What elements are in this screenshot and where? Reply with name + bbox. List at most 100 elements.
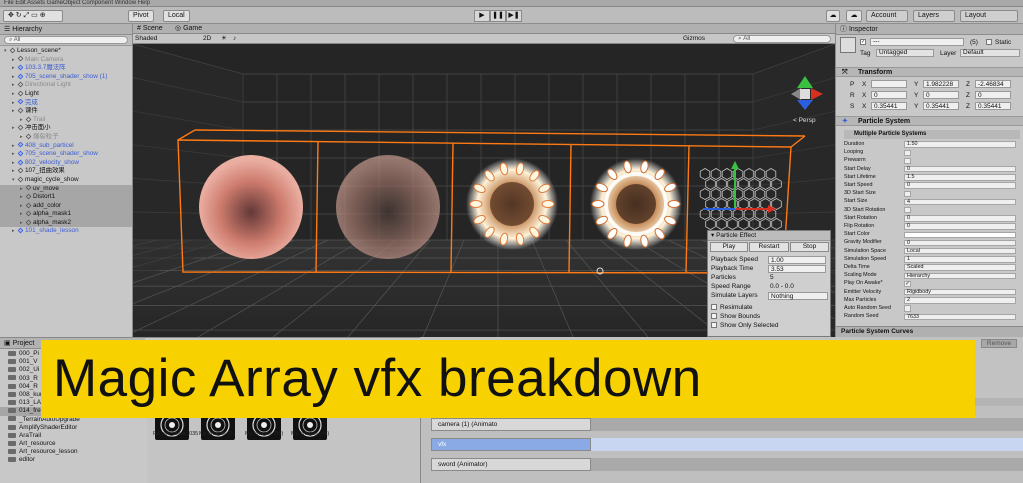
project-folder[interactable]: Art_resource_lesson <box>0 448 145 456</box>
axis-value-field[interactable]: 0.35441 <box>871 102 907 110</box>
multiple-systems-header[interactable]: Multiple Particle Systems <box>844 130 1020 139</box>
ps-property-row[interactable]: Auto Random Seed <box>844 305 1020 312</box>
ps-property-value[interactable]: Scaled <box>904 264 1016 271</box>
hierarchy-item[interactable]: ▸ Directional Light <box>0 81 132 90</box>
remove-button[interactable]: Remove <box>981 339 1017 348</box>
transform-rotation-y[interactable]: Y0 <box>914 91 964 100</box>
ps-property-value[interactable] <box>904 231 1016 238</box>
expand-arrow-icon[interactable]: ▸ <box>12 64 18 73</box>
particle-option-checkbox[interactable]: Resimulate <box>711 303 753 312</box>
sphere-uv-move[interactable] <box>199 155 303 259</box>
timeline-track[interactable]: vfx <box>431 438 591 451</box>
hierarchy-item[interactable]: ▸ Distort1 <box>0 193 132 202</box>
step-button[interactable]: ▶❚ <box>506 10 522 22</box>
ps-property-row[interactable]: Max Particles 2 <box>844 297 1020 304</box>
pivot-toggle[interactable]: Pivot <box>128 10 154 22</box>
ps-property-row[interactable]: Gravity Modifier 0 <box>844 239 1020 247</box>
project-folder[interactable]: Art_resource <box>0 440 145 448</box>
hierarchy-search-input[interactable]: ⌕ All <box>4 36 128 44</box>
hierarchy-item[interactable]: ▸ Trail <box>0 116 132 125</box>
transform-position-z[interactable]: Z -2.46834 <box>966 80 1016 89</box>
expand-arrow-icon[interactable]: ▸ <box>12 90 18 99</box>
ps-property-row[interactable]: Emitter Velocity Rigidbody <box>844 289 1020 296</box>
tab-game[interactable]: ◎ Game <box>175 24 202 34</box>
hierarchy-item[interactable]: ▸ 705_scene_shader_show <box>0 150 132 159</box>
gameobject-name-field[interactable]: --- <box>870 38 964 46</box>
local-toggle[interactable]: Local <box>163 10 190 22</box>
tab-scene[interactable]: # Scene <box>137 24 163 34</box>
static-toggle[interactable]: Static <box>986 39 1011 46</box>
ps-property-row[interactable]: Start Delay 0 <box>844 166 1020 173</box>
transform-position-y[interactable]: Y 1.982228 <box>914 80 964 89</box>
axis-value-field[interactable]: 0.35441 <box>923 102 959 110</box>
hierarchy-item[interactable]: ▸ 完成 <box>0 99 132 108</box>
ps-property-value[interactable] <box>904 157 911 165</box>
layers-dropdown[interactable]: Layers <box>913 10 955 22</box>
expand-arrow-icon[interactable]: ▸ <box>20 185 26 194</box>
axis-value-field[interactable]: 0 <box>923 91 959 99</box>
timeline-lane[interactable] <box>591 458 1023 471</box>
ps-property-value[interactable] <box>904 149 911 156</box>
timeline-track[interactable]: sword (Animator) <box>431 458 591 471</box>
expand-arrow-icon[interactable]: ▸ <box>20 116 26 125</box>
ps-property-value[interactable]: 0 <box>904 182 1016 189</box>
ps-property-row[interactable]: Start Speed 0 <box>844 182 1020 189</box>
particle-option-checkbox[interactable]: Show Bounds <box>711 312 760 321</box>
ps-property-row[interactable]: Scaling Mode Hierarchy <box>844 272 1020 279</box>
project-folder[interactable]: editor <box>0 456 145 464</box>
transform-tools[interactable]: ✥ ↻ ⤢ ▭ ⊕ <box>3 10 63 22</box>
play-button[interactable]: ▶ <box>474 10 490 22</box>
hierarchy-item[interactable]: ▸ uv_move <box>0 184 132 194</box>
ps-property-row[interactable]: Play On Awake* ✓ <box>844 280 1020 288</box>
tag-dropdown[interactable]: Untagged <box>876 49 934 57</box>
gizmos-dropdown[interactable]: Gizmos <box>683 34 705 44</box>
ps-property-value[interactable] <box>904 190 911 197</box>
transform-rotation-z[interactable]: Z0 <box>966 91 1016 100</box>
layout-dropdown[interactable]: Layout <box>960 10 1018 22</box>
axis-value-field[interactable] <box>871 80 907 88</box>
axis-value-field[interactable]: 0.35441 <box>975 102 1011 110</box>
scene-search-input[interactable]: ⌕ All <box>733 35 831 43</box>
ps-property-row[interactable]: Simulation Space Local <box>844 248 1020 255</box>
transform-scale-label[interactable]: S <box>850 102 854 111</box>
cloud-icon[interactable]: ☁ <box>846 10 862 22</box>
expand-arrow-icon[interactable]: ▸ <box>20 133 26 142</box>
expand-arrow-icon[interactable]: ▸ <box>12 167 18 176</box>
expand-arrow-icon[interactable]: ▸ <box>20 210 26 219</box>
ps-property-row[interactable]: 3D Start Size <box>844 190 1020 197</box>
active-checkbox[interactable]: ✓ <box>860 39 866 45</box>
project-folder[interactable]: AraTrail <box>0 432 145 440</box>
hierarchy-item[interactable]: ▸ 107_扭曲效果 <box>0 167 132 176</box>
ps-property-row[interactable]: Start Lifetime 1.5 <box>844 174 1020 181</box>
hierarchy-item[interactable]: ▸ 爆裂粒子 <box>0 133 132 142</box>
ps-property-row[interactable]: Looping <box>844 149 1020 156</box>
layer-dropdown[interactable]: Default <box>960 49 1020 57</box>
project-folder[interactable]: AmplifyShaderEditor <box>0 424 145 432</box>
ps-property-value[interactable]: 2 <box>904 297 1016 304</box>
timeline-track[interactable]: camera (1) (Animato <box>431 418 591 431</box>
curves-header[interactable]: Particle System Curves <box>836 326 1023 337</box>
timeline-lane[interactable] <box>591 438 1023 451</box>
ps-property-row[interactable]: Prewarm <box>844 157 1020 165</box>
axis-value-field[interactable]: -2.46834 <box>975 80 1011 88</box>
ps-property-row[interactable]: Flip Rotation 0 <box>844 223 1020 230</box>
hierarchy-item[interactable]: ▸ 课件 <box>0 107 132 116</box>
ps-property-row[interactable]: Delta Time Scaled <box>844 264 1020 271</box>
particle-system-header[interactable]: ✦ Particle System <box>836 116 1023 126</box>
ps-property-value[interactable]: 1 <box>904 256 1016 263</box>
hierarchy-item[interactable]: ▸ 冲击面小 <box>0 124 132 133</box>
particle-stat-value[interactable]: 3.53 <box>768 264 826 273</box>
ps-property-value[interactable] <box>904 305 911 312</box>
ps-property-value[interactable]: 4 <box>904 198 1016 206</box>
hierarchy-item[interactable]: ▸ 705_scene_shader_show (1) <box>0 73 132 82</box>
particle-option-checkbox[interactable]: Show Only Selected <box>711 321 779 330</box>
expand-arrow-icon[interactable]: ▸ <box>20 202 26 211</box>
hierarchy-item[interactable]: ▾ magic_cycle_show <box>0 176 132 185</box>
expand-arrow-icon[interactable]: ▸ <box>12 142 18 151</box>
expand-arrow-icon[interactable]: ▾ <box>4 47 10 56</box>
particle-play-button[interactable]: Play <box>710 242 748 252</box>
expand-arrow-icon[interactable]: ▸ <box>12 81 18 90</box>
hierarchy-item[interactable]: ▸ Light <box>0 90 132 99</box>
hierarchy-search[interactable]: ⌕ All <box>0 35 132 46</box>
expand-arrow-icon[interactable]: ▸ <box>12 159 18 168</box>
